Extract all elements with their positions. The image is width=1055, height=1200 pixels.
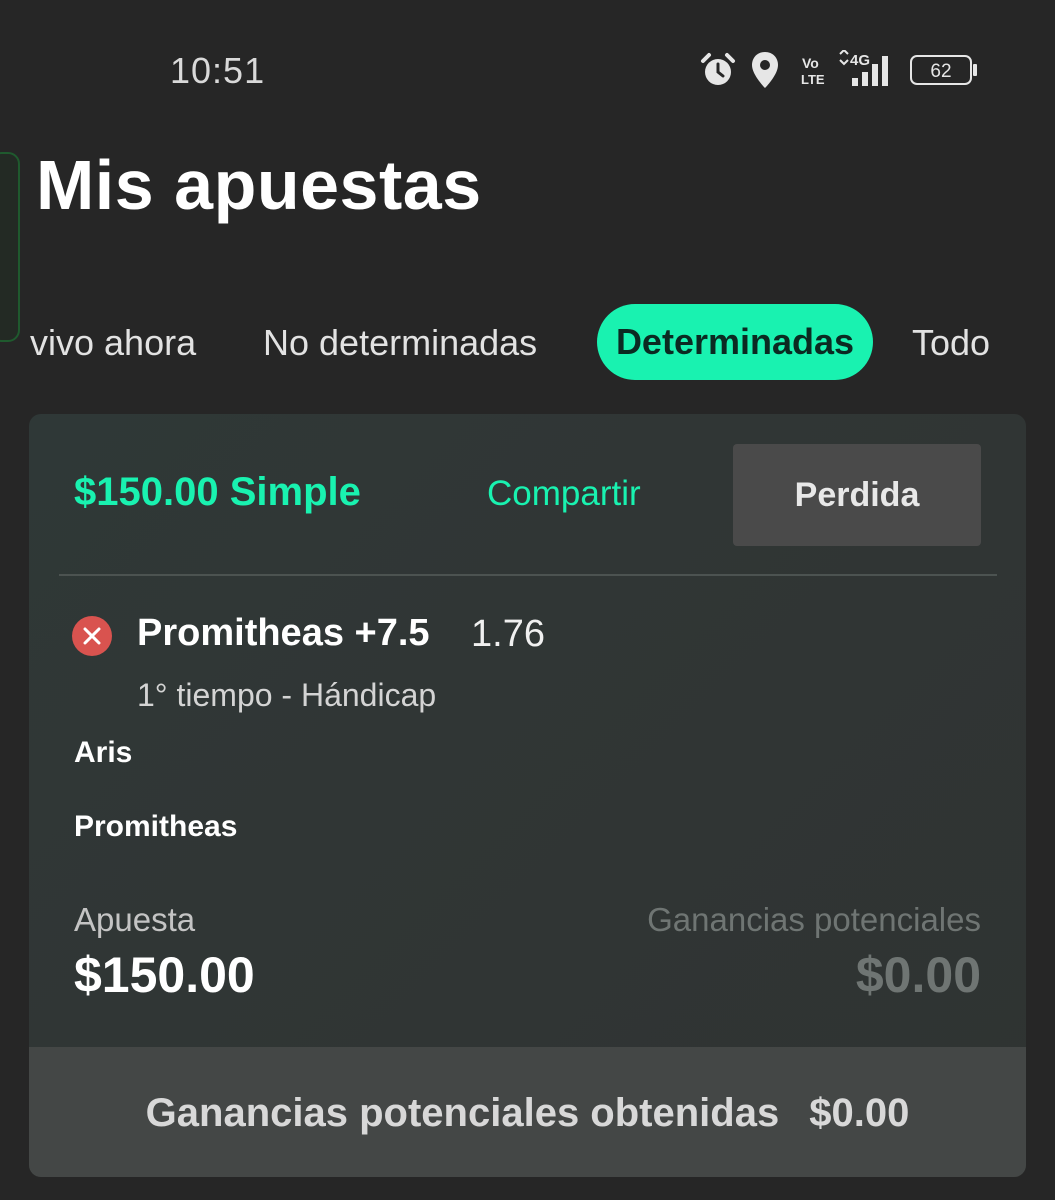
bets-screen: 10:51 Vo LTE 4G 62 Mis apuestas vivo aho… (0, 0, 1055, 1200)
tab-all[interactable]: Todo (912, 322, 990, 364)
selection-odds: 1.76 (471, 613, 545, 655)
status-time: 10:51 (170, 50, 266, 91)
team-home: Aris (74, 736, 133, 769)
bet-title: $150.00 Simple (74, 470, 361, 514)
selection-name: Promitheas +7.5 (137, 612, 430, 654)
stake-value: $150.00 (74, 947, 255, 1003)
tab-undetermined[interactable]: No determinadas (263, 322, 537, 364)
alarm-icon (701, 53, 735, 85)
card-footer: Ganancias potenciales obtenidas $0.00 (29, 1047, 1026, 1177)
svg-text:Vo: Vo (802, 55, 819, 71)
tab-live-now[interactable]: vivo ahora (30, 322, 196, 364)
bet-status-badge: Perdida (733, 444, 981, 546)
footer-value: $0.00 (809, 1091, 910, 1135)
bet-card[interactable]: $150.00 Simple Compartir Perdida Promith… (29, 414, 1026, 1177)
tab-determined[interactable]: Determinadas (597, 304, 873, 380)
volte-icon: Vo LTE (801, 55, 825, 87)
team-away: Promitheas (74, 810, 238, 843)
potential-winnings-value: $0.00 (855, 947, 981, 1003)
svg-text:4G: 4G (850, 52, 870, 69)
svg-text:LTE: LTE (801, 72, 825, 87)
footer-label: Ganancias potenciales obtenidas (145, 1091, 780, 1135)
divider (59, 574, 997, 576)
stake-label: Apuesta (74, 901, 196, 938)
market-name: 1° tiempo - Hándicap (137, 677, 437, 713)
edge-handle[interactable] (0, 152, 20, 342)
page-title: Mis apuestas (36, 146, 482, 224)
battery-level: 62 (930, 61, 951, 82)
4g-signal-icon: 4G (839, 50, 888, 86)
battery-icon: 62 (910, 55, 977, 85)
close-icon (72, 616, 112, 656)
status-icons: Vo LTE 4G 62 (700, 48, 990, 94)
potential-winnings-label: Ganancias potenciales (647, 901, 981, 938)
location-icon (752, 52, 778, 88)
share-button[interactable]: Compartir (487, 474, 641, 514)
footer-summary: Ganancias potenciales obtenidas $0.00 (29, 1091, 1026, 1136)
